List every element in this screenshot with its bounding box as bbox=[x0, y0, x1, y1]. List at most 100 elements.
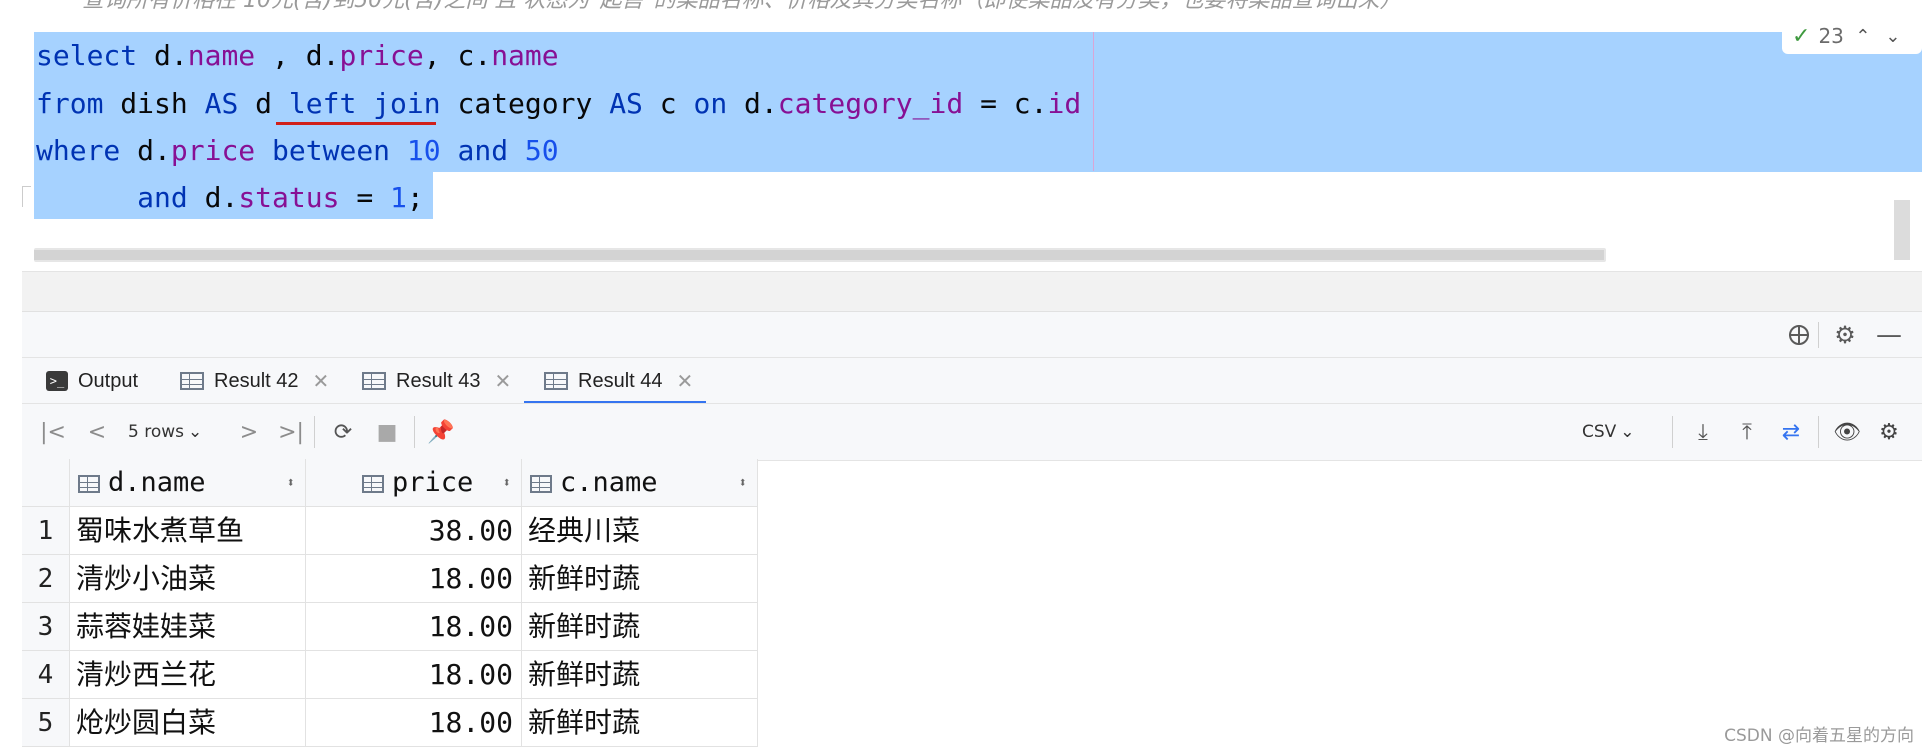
column-icon bbox=[362, 474, 384, 493]
number-literal: 1 bbox=[390, 181, 407, 214]
cell-price[interactable]: 18.00 bbox=[306, 651, 522, 699]
sort-icon[interactable]: ⬍ bbox=[503, 459, 511, 506]
gear-icon[interactable]: ⚙ bbox=[1874, 417, 1904, 447]
sort-icon[interactable]: ⬍ bbox=[739, 459, 747, 506]
column-header-name[interactable]: d.name ⬍ bbox=[70, 459, 306, 507]
previous-page-icon[interactable]: < bbox=[82, 417, 112, 447]
keyword: AS bbox=[204, 87, 239, 120]
close-icon[interactable]: ✕ bbox=[677, 369, 694, 394]
cell-category[interactable]: 新鲜时蔬 bbox=[522, 699, 758, 747]
keyword: left join bbox=[288, 87, 441, 120]
code-line-4[interactable]: and d.status = 1; bbox=[36, 180, 424, 216]
keyword: AS bbox=[609, 87, 643, 120]
result-tabs: >_ Output Result 42 ✕ Result 43 ✕ Result… bbox=[22, 357, 1922, 404]
number-literal: 50 bbox=[524, 134, 559, 167]
reload-icon[interactable]: ⟳ bbox=[328, 417, 358, 447]
horizontal-scroll-thumb[interactable] bbox=[34, 250, 1604, 260]
code-text: dish bbox=[103, 87, 205, 120]
next-highlight-icon[interactable]: ⌄ bbox=[1882, 26, 1904, 47]
annotation-underline bbox=[276, 122, 436, 125]
code-line-1[interactable]: select d.name , d.price, c.name bbox=[36, 38, 559, 74]
tab-output[interactable]: >_ Output bbox=[46, 358, 138, 404]
tab-result-43[interactable]: Result 43 ✕ bbox=[362, 358, 511, 404]
field-name: name bbox=[491, 39, 559, 72]
inspection-widget[interactable]: ✓ 23 ⌃ ⌄ bbox=[1782, 18, 1922, 54]
code-text: d. bbox=[120, 134, 171, 167]
cell-category[interactable]: 经典川菜 bbox=[522, 507, 758, 555]
tab-label: Result 42 bbox=[214, 369, 299, 392]
table-row[interactable]: 3 蒜蓉娃娃菜 18.00 新鲜时蔬 bbox=[22, 603, 762, 651]
cell-category[interactable]: 新鲜时蔬 bbox=[522, 651, 758, 699]
tab-result-42[interactable]: Result 42 ✕ bbox=[180, 358, 329, 404]
previous-highlight-icon[interactable]: ⌃ bbox=[1852, 26, 1874, 47]
row-number[interactable]: 5 bbox=[22, 699, 70, 747]
last-page-icon[interactable]: >| bbox=[276, 417, 306, 447]
terminal-icon: >_ bbox=[46, 371, 68, 391]
first-page-icon[interactable]: |< bbox=[38, 417, 68, 447]
field-name: status bbox=[238, 181, 340, 214]
cell-price[interactable]: 18.00 bbox=[306, 603, 522, 651]
table-row[interactable]: 1 蜀味水煮草鱼 38.00 经典川菜 bbox=[22, 507, 762, 555]
editor-panel-divider[interactable] bbox=[22, 271, 1922, 312]
table-row[interactable]: 5 炝炒圆白菜 18.00 新鲜时蔬 bbox=[22, 699, 762, 747]
cell-price[interactable]: 18.00 bbox=[306, 555, 522, 603]
cell-category[interactable]: 新鲜时蔬 bbox=[522, 603, 758, 651]
column-icon bbox=[530, 474, 552, 493]
row-number[interactable]: 3 bbox=[22, 603, 70, 651]
inspection-count: 23 bbox=[1818, 24, 1844, 48]
table-row[interactable]: 4 清炒西兰花 18.00 新鲜时蔬 bbox=[22, 651, 762, 699]
check-icon: ✓ bbox=[1792, 23, 1811, 49]
cell-dish-name[interactable]: 清炒小油菜 bbox=[70, 555, 306, 603]
tab-result-44[interactable]: Result 44 ✕ bbox=[544, 358, 693, 404]
cell-dish-name[interactable]: 清炒西兰花 bbox=[70, 651, 306, 699]
cell-dish-name[interactable]: 蜀味水煮草鱼 bbox=[70, 507, 306, 555]
field-name: category_id bbox=[777, 87, 964, 120]
row-number[interactable]: 2 bbox=[22, 555, 70, 603]
code-text: , c. bbox=[423, 39, 492, 72]
field-name: name bbox=[187, 39, 256, 72]
cell-category[interactable]: 新鲜时蔬 bbox=[522, 555, 758, 603]
sql-editor[interactable]: 查询所有价格在 10元(含)到50元(含)之间 且 状态为"起售"的菜品名称、价… bbox=[22, 0, 1922, 271]
sort-icon[interactable]: ⬍ bbox=[287, 459, 295, 506]
cell-price[interactable]: 18.00 bbox=[306, 699, 522, 747]
row-number[interactable]: 4 bbox=[22, 651, 70, 699]
minimize-icon[interactable]: — bbox=[1874, 320, 1904, 350]
export-format-select[interactable]: CSV ⌄ bbox=[1582, 417, 1635, 447]
eye-icon[interactable]: 👁 bbox=[1832, 417, 1862, 447]
watermark: CSDN @向着五星的方向 bbox=[1724, 726, 1914, 746]
field-name: price bbox=[170, 134, 256, 167]
close-icon[interactable]: ✕ bbox=[313, 369, 330, 394]
cell-dish-name[interactable]: 蒜蓉娃娃菜 bbox=[70, 603, 306, 651]
chevron-down-icon: ⌄ bbox=[188, 422, 203, 442]
code-text: d bbox=[238, 87, 289, 120]
table-row[interactable]: 2 清炒小油菜 18.00 新鲜时蔬 bbox=[22, 555, 762, 603]
fold-marker[interactable] bbox=[22, 186, 31, 207]
grid-header-row: d.name ⬍ price ⬍ c.name ⬍ bbox=[22, 459, 762, 507]
upload-icon[interactable]: ⤒ bbox=[1732, 417, 1762, 447]
download-icon[interactable]: ⤓ bbox=[1688, 417, 1718, 447]
close-icon[interactable]: ✕ bbox=[495, 369, 512, 394]
vertical-scroll-thumb[interactable] bbox=[1894, 200, 1910, 260]
column-header-category[interactable]: c.name ⬍ bbox=[522, 459, 758, 507]
column-icon bbox=[78, 474, 100, 493]
code-text: d. bbox=[727, 87, 778, 120]
row-number[interactable]: 1 bbox=[22, 507, 70, 555]
code-line-2[interactable]: from dish AS d left join category AS c o… bbox=[36, 86, 1081, 122]
page-size-select[interactable]: 5 rows ⌄ bbox=[128, 417, 202, 447]
cell-price[interactable]: 38.00 bbox=[306, 507, 522, 555]
next-page-icon[interactable]: > bbox=[234, 417, 264, 447]
gear-icon[interactable]: ⚙ bbox=[1830, 320, 1860, 350]
pin-icon[interactable]: 📌 bbox=[426, 417, 456, 447]
column-header-label: price bbox=[392, 467, 474, 498]
stop-icon[interactable]: ■ bbox=[372, 417, 402, 447]
code-text: , d. bbox=[255, 39, 340, 72]
code-text: d. bbox=[187, 181, 239, 214]
corner-cell[interactable] bbox=[22, 459, 70, 507]
column-header-price[interactable]: price ⬍ bbox=[306, 459, 522, 507]
code-line-3[interactable]: where d.price between 10 and 50 bbox=[36, 133, 559, 169]
crosshair-icon[interactable] bbox=[1784, 320, 1814, 350]
cell-dish-name[interactable]: 炝炒圆白菜 bbox=[70, 699, 306, 747]
compare-icon[interactable]: ⇄ bbox=[1774, 417, 1808, 447]
code-text: = c. bbox=[963, 87, 1048, 120]
